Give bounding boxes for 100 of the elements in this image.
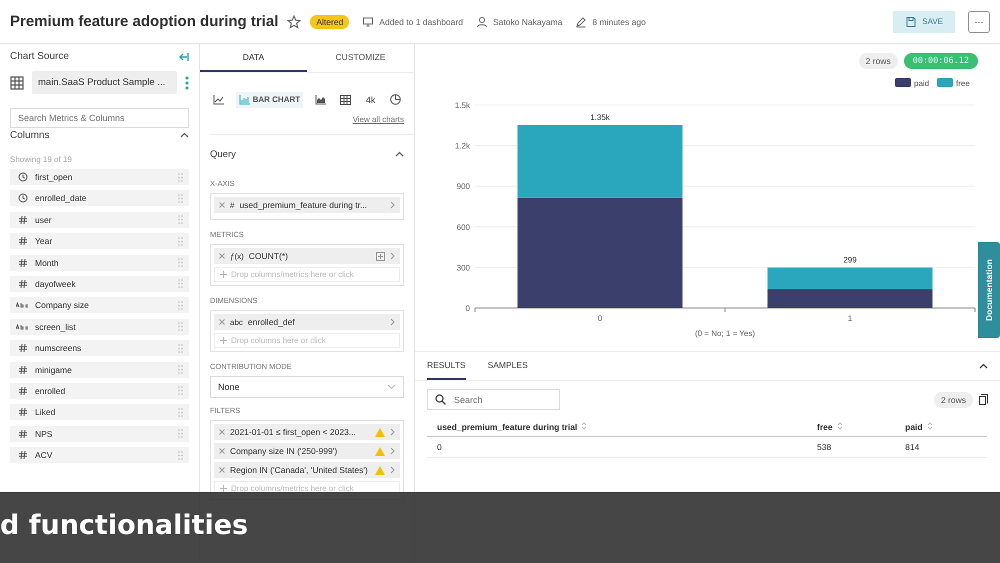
column-item[interactable]: minigame	[10, 362, 189, 378]
meta-text: Added to 1 dashboard	[379, 16, 463, 26]
drag-handle-icon[interactable]	[178, 322, 183, 332]
legend-label: paid	[914, 79, 930, 88]
drag-handle-icon[interactable]	[178, 258, 183, 268]
column-header[interactable]: free	[807, 418, 896, 436]
sort-icon[interactable]	[928, 422, 932, 430]
axis-tick-label: 900	[456, 182, 470, 192]
meta-text: Satoko Nakayama	[492, 16, 562, 26]
kebab-icon[interactable]	[185, 76, 189, 90]
view-all-charts-link[interactable]: View all charts	[352, 115, 404, 124]
save-button[interactable]: SAVE	[893, 10, 955, 32]
table-cell: 538	[807, 436, 896, 458]
column-item[interactable]: dayofweek	[10, 276, 189, 292]
tab[interactable]: CUSTOMIZE	[307, 44, 414, 72]
axis-tick-label: 1.2k	[454, 142, 470, 151]
count-text: Showing 19 of 19	[10, 155, 73, 164]
kpi-button[interactable]: 4k	[362, 92, 378, 108]
chevron-right-icon[interactable]	[390, 252, 395, 260]
bar-chart-button[interactable]: BAR CHART	[236, 92, 304, 108]
column-item[interactable]: numscreens	[10, 340, 189, 356]
column-item[interactable]: enrolled_date	[10, 190, 189, 206]
remove-icon[interactable]	[219, 319, 225, 325]
column-item[interactable]: Month	[10, 254, 189, 271]
filter-pill[interactable]: Company size IN ('250-999')	[214, 443, 400, 459]
remove-icon[interactable]	[219, 429, 225, 435]
query-pill[interactable]: ƒ(x) COUNT(*)	[214, 248, 400, 264]
contribution-dropdown[interactable]: None	[210, 376, 404, 398]
hash-icon	[18, 216, 26, 224]
plus-icon	[220, 271, 227, 278]
tab[interactable]: DATA	[200, 44, 307, 72]
copy-icon[interactable]	[979, 394, 988, 405]
sort-icon[interactable]	[838, 422, 842, 430]
legend-swatch	[937, 78, 953, 87]
dataset-selector[interactable]: main.SaaS Product Sample ...	[32, 71, 177, 94]
save-icon	[905, 16, 918, 28]
column-item[interactable]: screen_list	[10, 318, 189, 335]
column-item[interactable]: Company size	[10, 297, 189, 314]
column-item[interactable]: Liked	[10, 404, 189, 420]
legend-swatch	[895, 78, 911, 87]
drag-handle-icon[interactable]	[178, 172, 183, 182]
search-field[interactable]: Search	[427, 389, 560, 410]
expand-square-icon[interactable]	[376, 252, 385, 260]
drag-handle-icon[interactable]	[178, 215, 183, 224]
chevron-right-icon[interactable]	[390, 428, 395, 436]
drag-handle-icon[interactable]	[178, 365, 183, 374]
star-icon[interactable]	[287, 14, 302, 28]
value-label: 299	[843, 256, 857, 265]
drag-handle-icon[interactable]	[178, 408, 183, 417]
remove-icon[interactable]	[219, 448, 225, 454]
axis-tick-label: 0	[466, 304, 470, 313]
drag-handle-icon[interactable]	[178, 300, 183, 310]
tab[interactable]: SAMPLES	[488, 352, 528, 380]
column-item[interactable]: NPS	[10, 426, 189, 442]
drag-handle-icon[interactable]	[178, 386, 183, 396]
column-item[interactable]: ACV	[10, 447, 189, 464]
chevron-right-icon[interactable]	[390, 201, 395, 209]
chevron-right-icon[interactable]	[390, 318, 395, 326]
clock-icon	[18, 172, 28, 182]
documentation-tab[interactable]: Documentation	[978, 242, 1000, 338]
column-item[interactable]: first_open	[10, 169, 189, 185]
drag-handle-icon[interactable]	[178, 279, 183, 288]
filter-pill[interactable]: 2021-01-01 ≤ first_open < 2023...	[214, 424, 400, 440]
collapse-icon[interactable]	[179, 52, 189, 62]
remove-icon[interactable]	[219, 253, 225, 259]
axis-tick-label: 600	[456, 222, 470, 232]
hash-icon	[18, 430, 26, 438]
caret-icon[interactable]	[979, 361, 988, 371]
remove-icon[interactable]	[219, 467, 225, 473]
section-title: Query	[210, 149, 236, 160]
monitor-icon	[362, 16, 374, 28]
section-title: Columns	[10, 130, 50, 141]
person-icon	[476, 16, 488, 28]
drag-handle-icon[interactable]	[178, 194, 183, 203]
tab[interactable]: RESULTS	[427, 352, 466, 380]
filter-pill[interactable]: Region IN ('Canada', 'United States')	[214, 462, 400, 478]
query-pill[interactable]: abc enrolled_def	[214, 314, 400, 330]
altered-badge: Altered	[310, 14, 350, 28]
sort-icon[interactable]	[582, 422, 586, 430]
search-field[interactable]: Search Metrics & Columns	[10, 108, 189, 128]
query-pill[interactable]: # used_premium_feature during tr...	[214, 197, 400, 213]
column-item[interactable]: Year	[10, 233, 189, 250]
legend-label: free	[956, 79, 970, 88]
plus-icon	[220, 485, 227, 492]
column-header[interactable]: used_premium_feature during trial	[427, 418, 807, 436]
remove-icon[interactable]	[219, 202, 225, 208]
hash-icon	[18, 366, 26, 374]
plus-icon	[220, 337, 227, 344]
drag-handle-icon[interactable]	[178, 344, 183, 353]
drag-handle-icon[interactable]	[178, 450, 183, 460]
chevron-right-icon[interactable]	[390, 466, 395, 474]
chevron-down-icon	[387, 384, 396, 390]
more-button[interactable]: ···	[968, 10, 990, 32]
column-item[interactable]: enrolled	[10, 382, 189, 399]
drag-handle-icon[interactable]	[178, 429, 183, 438]
clock-icon	[18, 193, 28, 204]
column-header[interactable]: paid	[895, 418, 987, 436]
drag-handle-icon[interactable]	[178, 236, 183, 246]
column-item[interactable]: user	[10, 212, 189, 228]
chevron-right-icon[interactable]	[390, 447, 395, 455]
